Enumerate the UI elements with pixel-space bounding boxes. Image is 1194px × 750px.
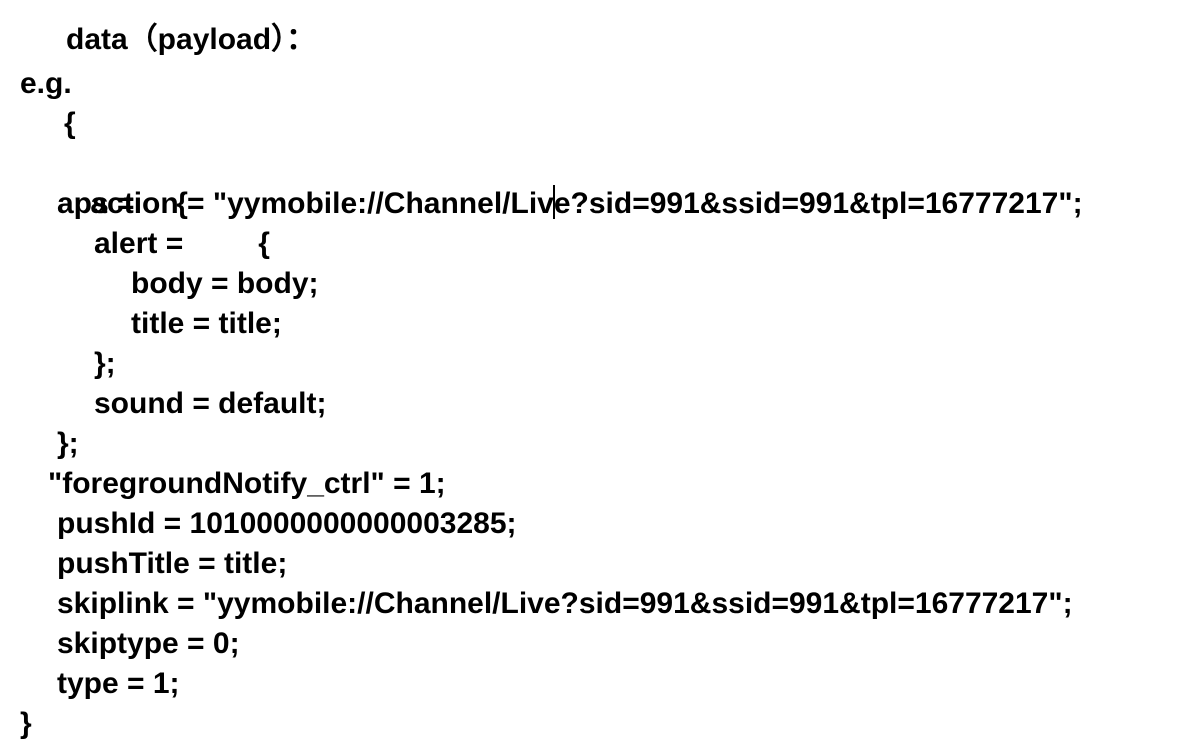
foreground-notify-line: "foregroundNotify_ctrl" = 1; — [48, 467, 446, 500]
document-page: data（payload）： e.g. { action = "yymobile… — [0, 0, 1194, 750]
action-line[interactable]: action = "yymobile://Channel/Live?sid=99… — [57, 144, 1083, 220]
type-line: type = 1; — [57, 667, 180, 700]
body-line: body = body; — [131, 267, 319, 300]
close-brace: } — [20, 707, 32, 740]
push-title-line: pushTitle = title; — [57, 547, 288, 580]
aps-open-line: aps = { — [57, 187, 188, 220]
skiptype-line: skiptype = 0; — [57, 627, 240, 660]
sound-line: sound = default; — [94, 387, 327, 420]
open-brace: { — [64, 107, 76, 140]
title-line: title = title; — [131, 307, 282, 340]
aps-close-line: }; — [57, 427, 79, 460]
action-text-after-cursor: e?sid=991&ssid=991&tpl=16777217"; — [553, 187, 1083, 220]
alert-open-line: alert = { — [94, 227, 270, 260]
example-label: e.g. — [20, 67, 72, 100]
alert-close-line: }; — [94, 347, 116, 380]
push-id-line: pushId = 1010000000000003285; — [57, 507, 517, 540]
payload-heading: data（payload）： — [66, 23, 317, 56]
skiplink-line: skiplink = "yymobile://Channel/Live?sid=… — [57, 587, 1073, 620]
